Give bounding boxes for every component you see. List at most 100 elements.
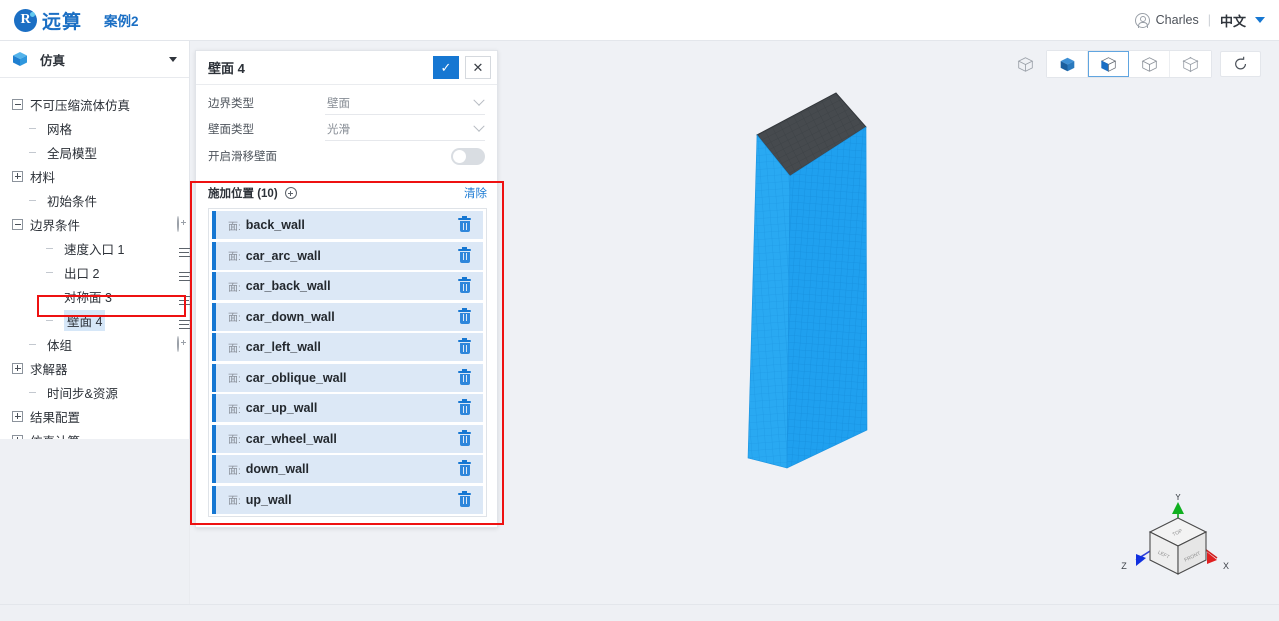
location-item[interactable]: 面: car_oblique_wall: [212, 363, 483, 392]
tree-item-13[interactable]: 结果配置: [0, 404, 189, 428]
select-0[interactable]: 壁面: [325, 91, 485, 115]
delete-icon[interactable]: [458, 399, 471, 415]
user-name: Charles: [1155, 13, 1199, 27]
sidebar-header-label: 仿真: [40, 53, 66, 68]
tree-item-label: 对称面 3: [64, 290, 112, 305]
delete-icon[interactable]: [458, 460, 471, 476]
axis-y-arrow: [1172, 502, 1184, 514]
brand[interactable]: R 远算: [14, 7, 82, 34]
case-name[interactable]: 案例2: [104, 10, 139, 30]
confirm-button[interactable]: ✓: [433, 56, 459, 79]
sidebar-collapse-caret-icon[interactable]: [169, 56, 177, 62]
tree-branch-line: [29, 195, 40, 206]
tree-item-label: 不可压缩流体仿真: [30, 98, 131, 113]
location-name: car_back_wall: [245, 279, 331, 293]
axis-x-label: X: [1223, 561, 1229, 571]
tree-item-label: 边界条件: [30, 218, 81, 233]
location-name: back_wall: [245, 218, 305, 232]
delete-icon[interactable]: [458, 429, 471, 446]
add-item-icon[interactable]: [177, 336, 179, 352]
tree-item-label: 时间步&资源: [47, 386, 118, 401]
tree-item-9[interactable]: 壁面 4: [0, 308, 192, 332]
clear-locations-link[interactable]: 清除: [464, 185, 487, 201]
location-item[interactable]: 面: car_left_wall: [212, 333, 483, 361]
slip-wall-toggle[interactable]: [451, 147, 485, 165]
tree-item-label: 全局模型: [47, 146, 98, 161]
delete-icon[interactable]: [458, 490, 471, 507]
location-type-prefix: 面:: [228, 252, 241, 263]
tree-item-5[interactable]: 边界条件: [0, 212, 189, 236]
cancel-button[interactable]: ✕: [465, 56, 491, 79]
add-item-icon[interactable]: [177, 216, 179, 232]
location-item[interactable]: 面: car_wheel_wall: [212, 424, 483, 453]
slip-wall-row: 开启滑移壁面: [208, 142, 485, 170]
tree-item-label: 材料: [30, 170, 56, 185]
delete-icon[interactable]: [458, 338, 471, 354]
user-menu[interactable]: Charles: [1134, 12, 1199, 28]
panel-form: 边界类型 壁面 壁面类型 光滑 开启滑移壁面: [196, 85, 497, 178]
tree-expand-icon[interactable]: [12, 410, 23, 422]
tree-branch-line: [46, 267, 57, 278]
chevron-down-icon: [473, 120, 485, 132]
application-window: R 远算 案例2 Charles | 中文 仿真 不可压缩流体仿真 网格 全局模…: [0, 0, 1279, 621]
tree-item-7[interactable]: 出口 2: [0, 260, 192, 284]
location-name: car_oblique_wall: [245, 370, 347, 385]
location-item[interactable]: 面: down_wall: [212, 455, 483, 483]
location-type-prefix: 面:: [228, 282, 241, 294]
tree-item-label: 速度入口 1: [64, 242, 125, 257]
axis-y-label: Y: [1175, 494, 1181, 502]
tree-item-0[interactable]: 不可压缩流体仿真: [0, 92, 189, 116]
location-item[interactable]: 面: up_wall: [212, 485, 483, 514]
top-bar: R 远算 案例2 Charles | 中文: [0, 0, 1279, 41]
axis-z-arrow: [1136, 554, 1146, 566]
form-label: 壁面类型: [208, 124, 254, 136]
delete-icon[interactable]: [458, 277, 471, 293]
location-item[interactable]: 面: car_back_wall: [212, 272, 483, 300]
tree-item-6[interactable]: 速度入口 1: [0, 236, 192, 260]
language-selector[interactable]: 中文: [1220, 11, 1246, 30]
tree-item-3[interactable]: 材料: [0, 164, 189, 188]
location-item[interactable]: 面: back_wall: [212, 211, 483, 239]
tree-collapse-icon[interactable]: [12, 218, 23, 230]
slip-wall-label: 开启滑移壁面: [208, 151, 277, 163]
tree-item-11[interactable]: 求解器: [0, 356, 189, 380]
select-1[interactable]: 光滑: [325, 117, 485, 141]
top-bar-divider: |: [1207, 13, 1211, 27]
tree-collapse-icon[interactable]: [12, 98, 23, 110]
tree-item-label: 体组: [47, 338, 73, 353]
sidebar-header[interactable]: 仿真: [0, 41, 189, 78]
tree-branch-line: [29, 387, 40, 398]
tree-item-10[interactable]: 体组: [0, 332, 189, 356]
tree-item-8[interactable]: 对称面 3: [0, 284, 192, 308]
tree-item-12[interactable]: 时间步&资源: [0, 380, 189, 404]
sidebar-bottom-fill: [0, 439, 190, 604]
tree-item-4[interactable]: 初始条件: [0, 188, 189, 212]
location-item[interactable]: 面: car_up_wall: [212, 394, 483, 422]
location-name: car_up_wall: [245, 401, 318, 415]
location-type-prefix: 面:: [228, 374, 241, 385]
apply-locations-list: 面: back_wall 面: car_arc_wall 面: car_back_wall…: [208, 208, 487, 517]
delete-icon[interactable]: [458, 246, 471, 263]
brand-logo-icon: R: [14, 8, 37, 32]
tree-branch-line: [29, 147, 40, 158]
location-item[interactable]: 面: car_arc_wall: [212, 241, 483, 270]
tree-item-label: 初始条件: [47, 194, 98, 209]
location-type-prefix: 面:: [228, 435, 241, 446]
form-row-1: 壁面类型 光滑: [208, 116, 485, 142]
tree-branch-line: [29, 123, 40, 134]
plus-circle-icon[interactable]: [284, 187, 297, 199]
location-name: car_arc_wall: [245, 248, 321, 263]
delete-icon[interactable]: [458, 307, 471, 324]
tree-item-1[interactable]: 网格: [0, 116, 189, 140]
tree-expand-icon[interactable]: [12, 362, 23, 374]
location-item[interactable]: 面: car_down_wall: [212, 302, 483, 331]
delete-icon[interactable]: [458, 368, 471, 385]
tree-expand-icon[interactable]: [12, 170, 23, 182]
axis-z-label: Z: [1121, 561, 1127, 571]
delete-icon[interactable]: [458, 216, 471, 232]
tree-item-2[interactable]: 全局模型: [0, 140, 189, 164]
navigation-cube[interactable]: TOP LEFT FRONT Y Z X: [1114, 494, 1234, 594]
caret-down-icon[interactable]: [1255, 17, 1265, 23]
tree-branch-line: [29, 339, 40, 350]
location-type-prefix: 面:: [228, 465, 241, 477]
